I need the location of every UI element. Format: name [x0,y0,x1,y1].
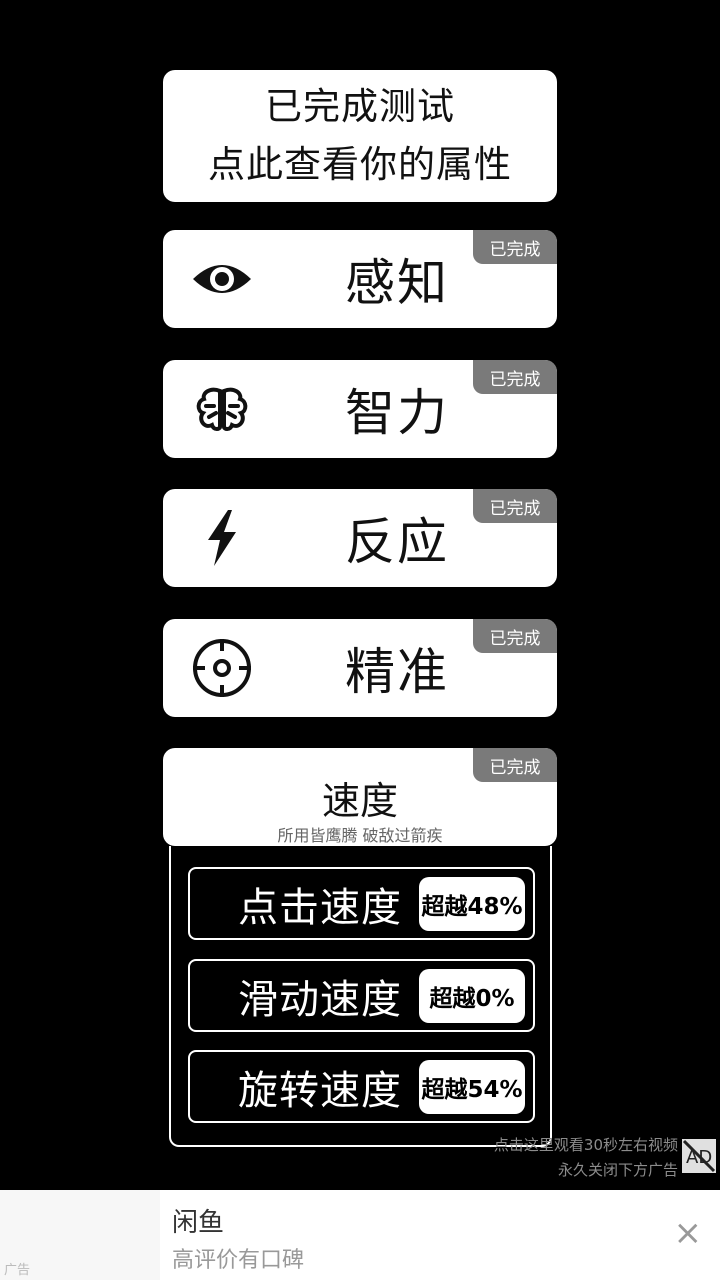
test-card-precision[interactable]: 精准 已完成 [163,619,557,717]
test-label: 感知 [345,254,449,312]
eye-icon [189,246,255,312]
remove-ad-hint[interactable]: 点击这里观看30秒左右视频 永久关闭下方广告 [494,1133,678,1183]
close-icon[interactable]: × [674,1216,703,1250]
test-card-perception[interactable]: 感知 已完成 [163,230,557,328]
completed-badge: 已完成 [473,748,557,782]
metric-result: 超越54% [419,1059,525,1114]
brain-icon [189,376,255,442]
ad-title: 闲鱼 [172,1208,225,1238]
metric-label: 旋转速度 [238,1067,402,1114]
test-card-reaction[interactable]: 反应 已完成 [163,489,557,587]
test-label: 智力 [345,384,449,442]
ad-thumbnail: 广告 [0,1190,160,1280]
ad-banner[interactable]: 广告 闲鱼 高评价有口碑 × [0,1190,720,1280]
view-attributes-card[interactable]: 已完成测试 点此查看你的属性 [163,70,557,202]
speed-subtitle: 所用皆鹰腾 破敌过箭疾 [277,826,443,845]
no-ads-icon[interactable]: AD [682,1139,716,1173]
completed-badge: 已完成 [473,360,557,394]
summary-line-2: 点此查看你的属性 [208,143,512,186]
metric-rotate-speed[interactable]: 旋转速度 超越54% [188,1050,535,1123]
metric-result: 超越0% [419,968,525,1023]
metric-result: 超越48% [419,876,525,931]
screen: 已完成测试 点此查看你的属性 感知 已完成 智力 已完成 反应 已完成 精准 已… [0,0,720,1280]
completed-badge: 已完成 [473,489,557,523]
crosshair-icon [189,635,255,701]
summary-line-1: 已完成测试 [265,85,455,128]
speed-results-panel: 点击速度 超越48% 滑动速度 超越0% 旋转速度 超越54% [169,846,552,1147]
ad-hint-line-1: 点击这里观看30秒左右视频 [493,1136,678,1154]
test-card-intelligence[interactable]: 智力 已完成 [163,360,557,458]
ad-hint-line-2: 永久关闭下方广告 [557,1161,678,1179]
ad-tag: 广告 [4,1263,31,1278]
metric-label: 滑动速度 [238,976,402,1023]
metric-label: 点击速度 [238,884,402,931]
metric-click-speed[interactable]: 点击速度 超越48% [188,867,535,940]
completed-badge: 已完成 [473,230,557,264]
lightning-icon [189,505,255,571]
test-label: 精准 [345,643,449,701]
metric-swipe-speed[interactable]: 滑动速度 超越0% [188,959,535,1032]
test-card-speed[interactable]: 速度 所用皆鹰腾 破敌过箭疾 已完成 [163,748,557,846]
test-label: 反应 [345,513,449,571]
completed-badge: 已完成 [473,619,557,653]
ad-description: 高评价有口碑 [172,1248,305,1273]
